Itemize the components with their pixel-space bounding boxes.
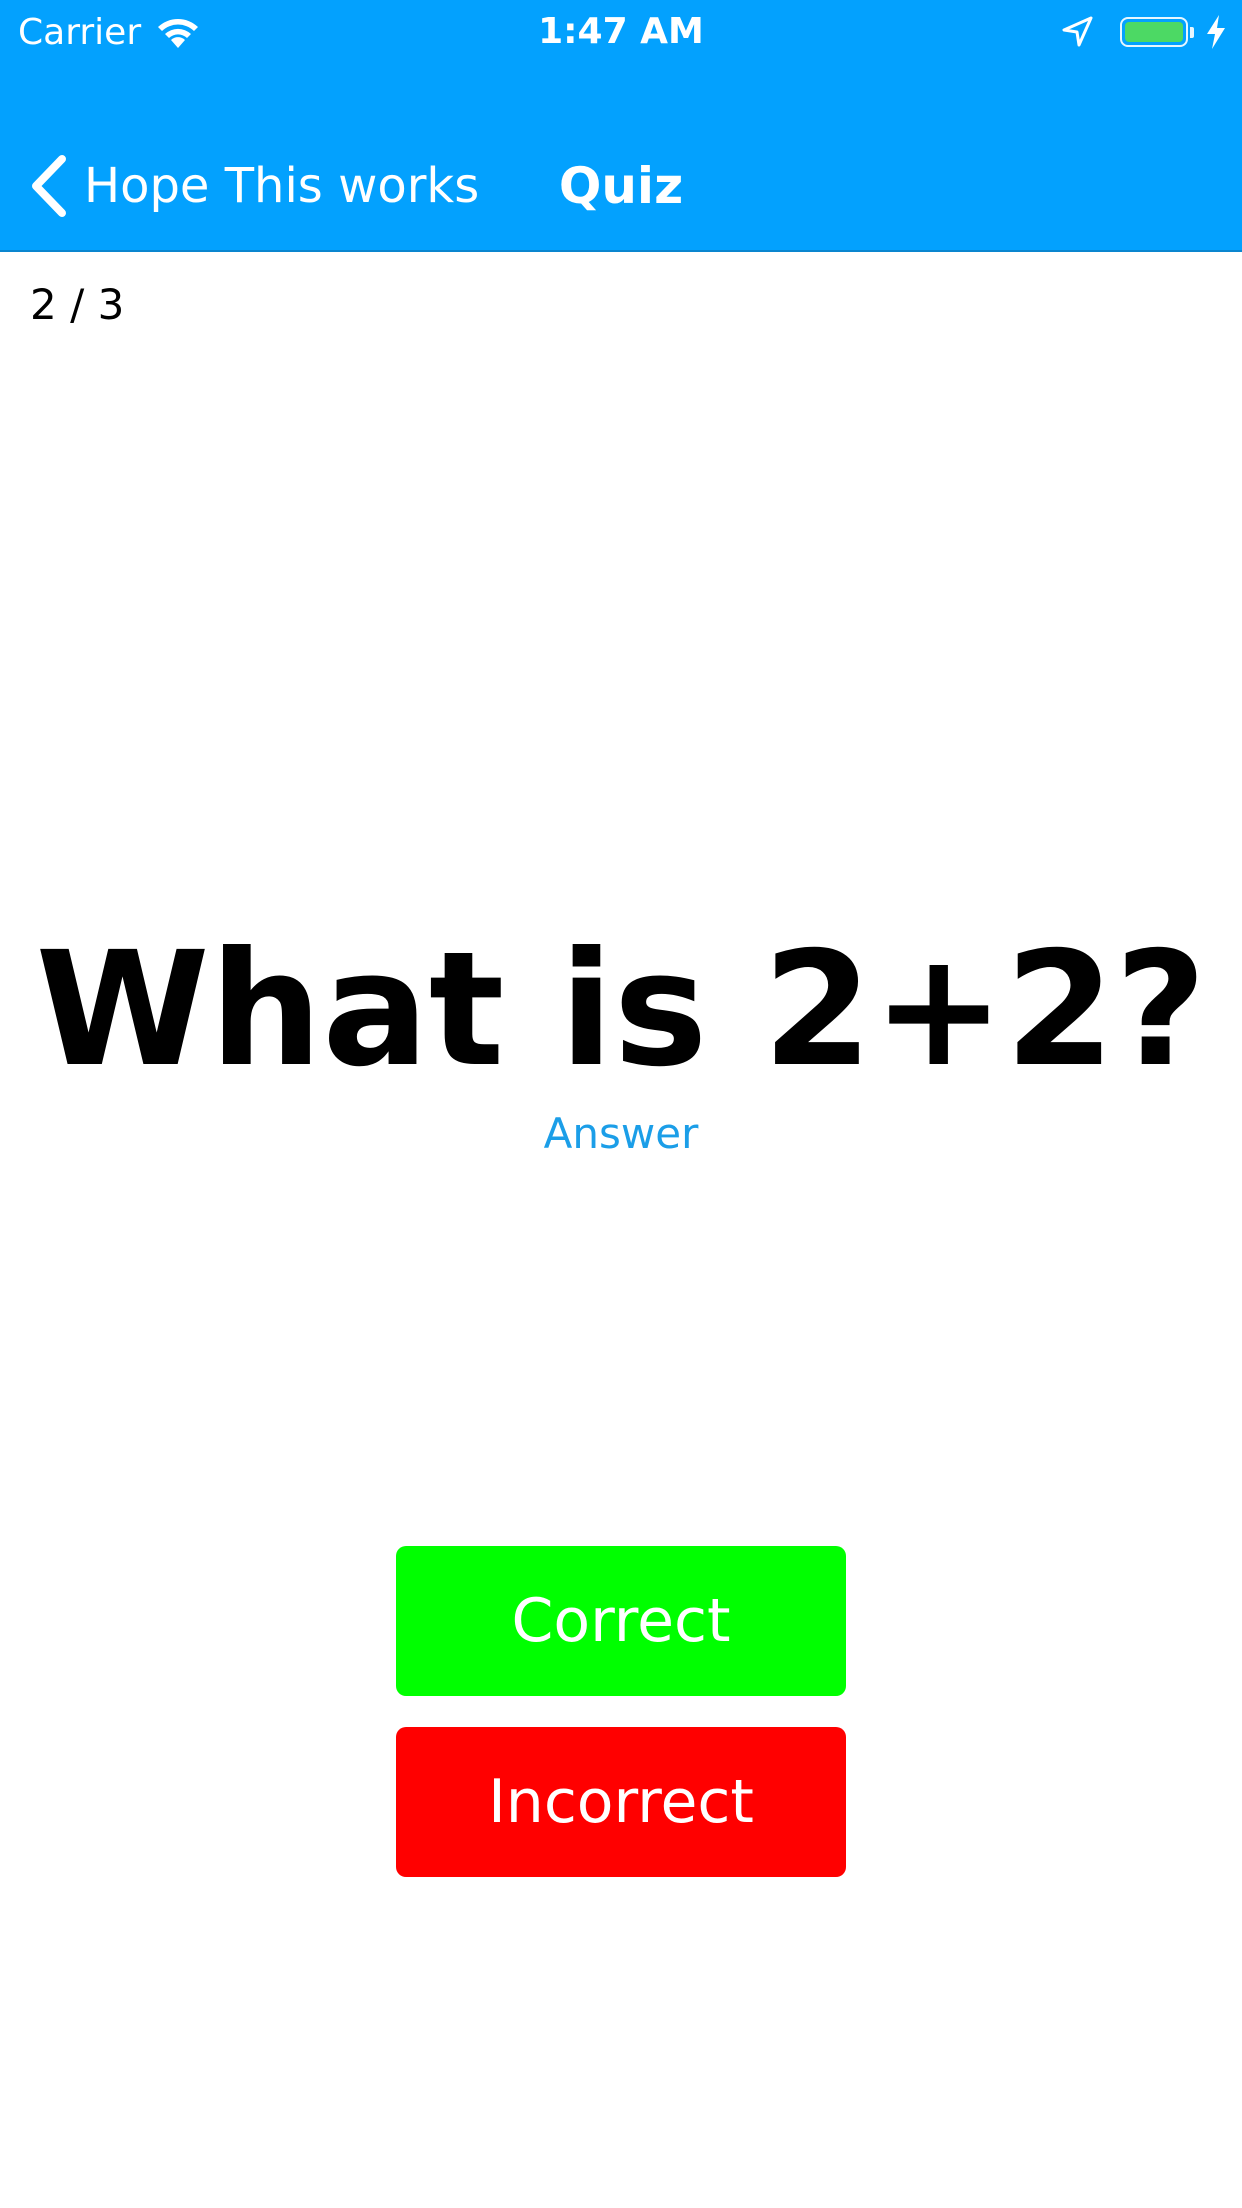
show-answer-button[interactable]: Answer: [0, 1104, 1242, 1164]
quiz-screen: Carrier 1:47 AM Hope This works Quiz 2 /…: [0, 0, 1242, 2208]
navigation-bar: Carrier 1:47 AM Hope This works Quiz: [0, 0, 1242, 252]
page-title: Quiz: [558, 157, 684, 215]
status-time: 1:47 AM: [538, 11, 704, 52]
question-progress: 2 / 3: [30, 280, 125, 329]
location-arrow-icon: [1062, 16, 1093, 47]
battery-icon: [1120, 17, 1188, 47]
question-text: What is 2+2?: [35, 918, 1207, 1102]
battery-level: [1125, 22, 1183, 42]
correct-button[interactable]: Correct: [396, 1546, 846, 1696]
battery-cap: [1190, 26, 1194, 38]
status-indicators: [1060, 10, 1228, 54]
incorrect-button[interactable]: Incorrect: [396, 1727, 846, 1877]
charging-bolt-icon: [1207, 15, 1225, 49]
